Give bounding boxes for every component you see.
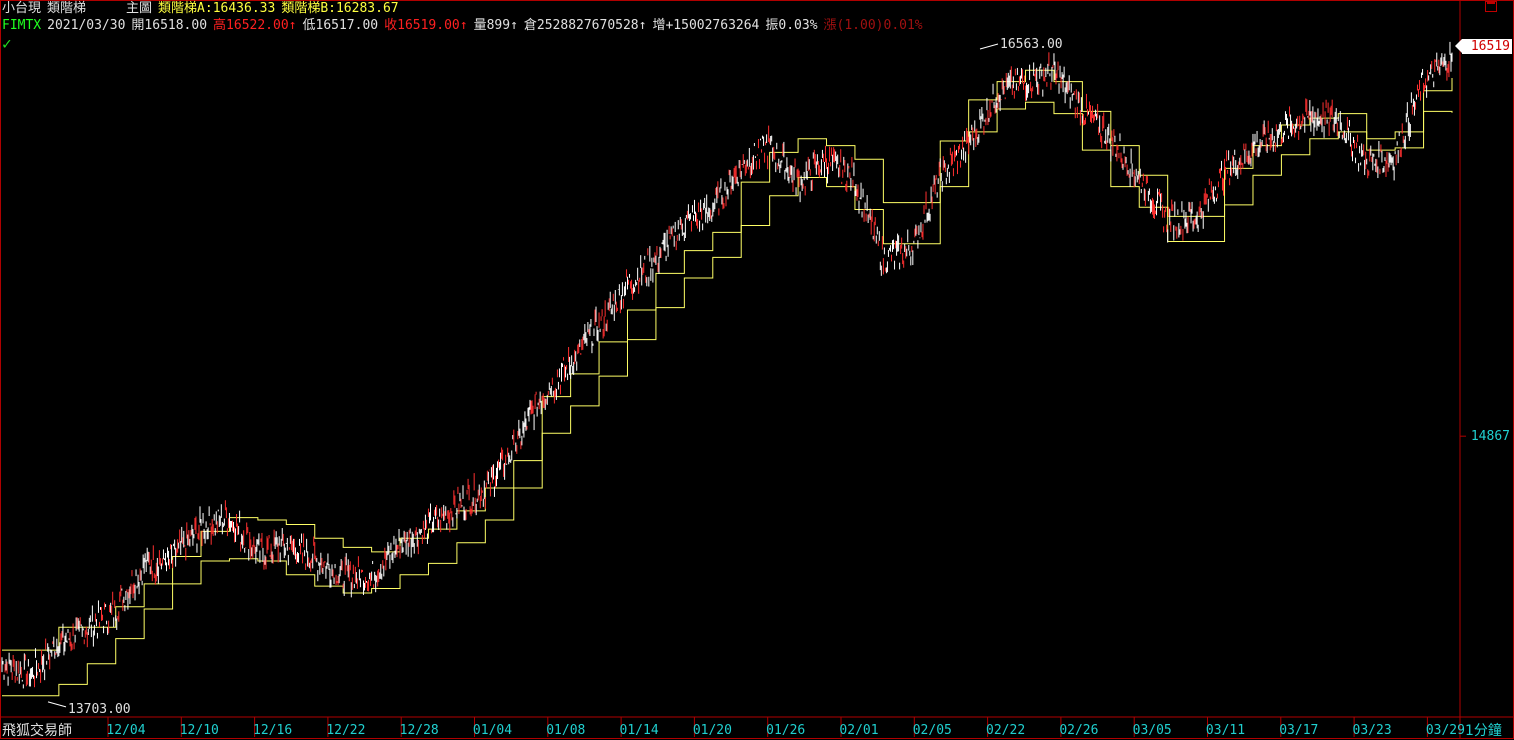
x-tick-label: 02/05 (913, 723, 952, 738)
price-chart: 12/04 12/10 12/16 12/22 12/28 01/04 01/08 01/14… (0, 0, 1514, 739)
ladder-line-a (2, 69, 1453, 651)
min-price-label: 13703.00 (68, 702, 131, 717)
x-tick-label: 03/05 (1133, 723, 1172, 738)
x-tick-label: 01/08 (546, 723, 585, 738)
max-price-label: 16563.00 (1000, 37, 1063, 52)
brand-label: 飛狐交易師 (2, 723, 72, 739)
min-marker-line (47, 701, 67, 708)
x-tick-label: 02/01 (839, 723, 878, 738)
x-tick-label: 03/11 (1206, 723, 1245, 738)
x-tick-label: 12/16 (253, 723, 292, 738)
x-tick-label: 03/29 (1426, 723, 1465, 738)
last-price-tag: 16519 (1455, 39, 1512, 54)
x-tick-label: 12/04 (106, 723, 145, 738)
timeframe-label[interactable]: 1分鐘 (1465, 720, 1502, 740)
x-tick-label: 12/22 (326, 723, 365, 738)
x-tick-label: 01/26 (766, 723, 805, 738)
y-tick-label: 14867 (1471, 429, 1510, 444)
x-tick-label: 01/04 (473, 723, 512, 738)
x-tick-label: 01/14 (620, 723, 659, 738)
x-tick-label: 02/26 (1059, 723, 1098, 738)
x-tick-label: 03/17 (1279, 723, 1318, 738)
x-tick-label: 03/23 (1353, 723, 1392, 738)
x-tick-label: 12/28 (400, 723, 439, 738)
x-tick-label: 01/20 (693, 723, 732, 738)
max-marker-line (979, 43, 999, 50)
x-tick-label: 12/10 (180, 723, 219, 738)
x-tick-label: 02/22 (986, 723, 1025, 738)
